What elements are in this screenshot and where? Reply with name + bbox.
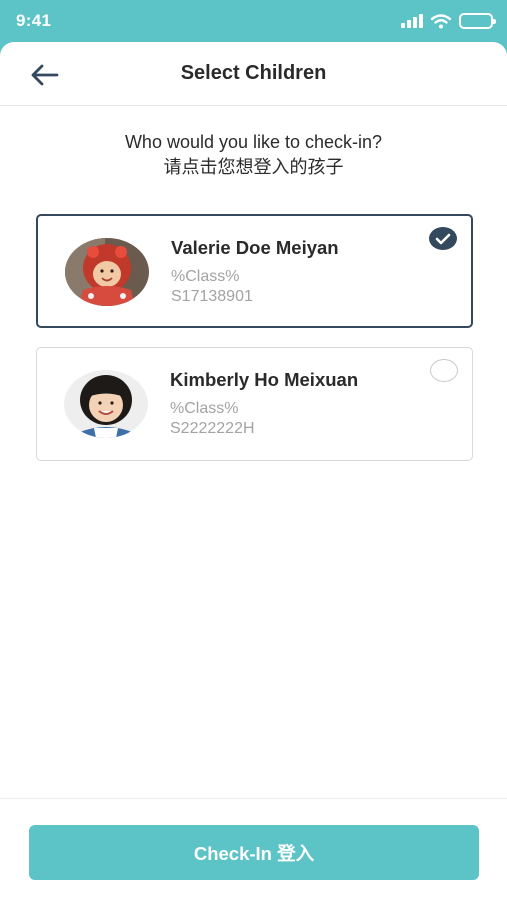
child-name: Valerie Doe Meiyan: [171, 237, 339, 258]
cellular-signal-icon: [401, 14, 423, 28]
avatar: [64, 370, 148, 438]
avatar: [65, 238, 149, 306]
selected-checkbox[interactable]: [429, 227, 457, 250]
child-id: S2222222H: [170, 420, 255, 437]
child-card-valerie[interactable]: Valerie Doe Meiyan %Class% S17138901: [36, 214, 473, 328]
wifi-icon: [431, 13, 451, 28]
check-in-button[interactable]: Check-In 登入: [29, 825, 479, 880]
status-bar: 9:41: [0, 0, 507, 42]
checkmark-icon: [435, 233, 451, 244]
bottom-action-bar: Check-In 登入: [0, 798, 507, 900]
check-in-prompt: Who would you like to check-in? 请点击您想登入的…: [0, 130, 507, 180]
nav-bar: Select Children: [0, 42, 507, 106]
child-id: S17138901: [171, 288, 253, 305]
child-name: Kimberly Ho Meixuan: [170, 369, 359, 390]
child-card-kimberly[interactable]: Kimberly Ho Meixuan %Class% S2222222H: [36, 347, 473, 461]
page-title: Select Children: [180, 62, 327, 84]
battery-icon: [459, 13, 496, 29]
main-sheet: Select Children Who would you like to ch…: [0, 42, 507, 900]
status-time: 9:41: [16, 11, 52, 30]
prompt-english: Who would you like to check-in?: [124, 132, 383, 152]
child-class: %Class%: [171, 268, 240, 285]
child-class: %Class%: [170, 400, 239, 417]
unselected-radio-button[interactable]: [430, 359, 458, 382]
prompt-chinese: 请点击您想登入的孩子: [163, 157, 344, 177]
status-icons: [401, 12, 496, 30]
